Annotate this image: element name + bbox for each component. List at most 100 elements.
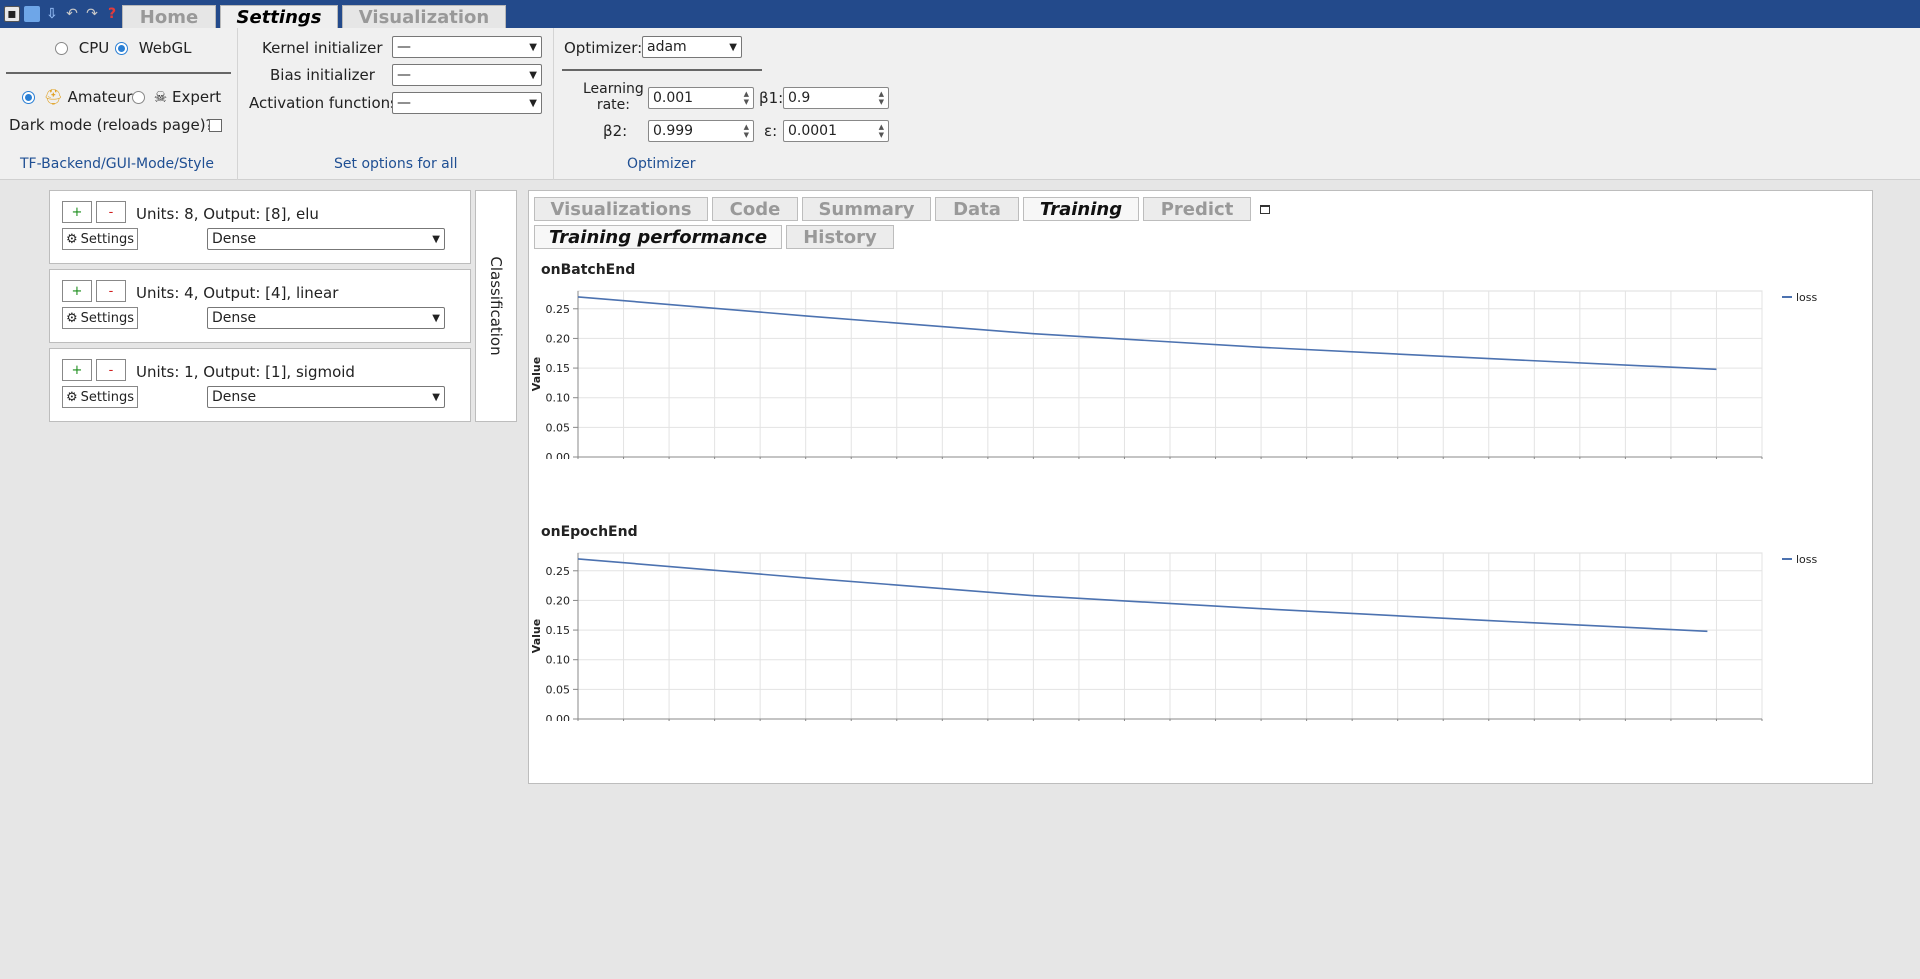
remove-layer-button[interactable]: -: [96, 359, 126, 381]
learning-rate-input[interactable]: 0.001 ▲ ▼: [648, 87, 754, 109]
loss-line: [577, 558, 1708, 633]
tab-history[interactable]: History: [786, 225, 894, 249]
options-group-label: Set options for all: [334, 156, 458, 172]
remove-layer-button[interactable]: -: [96, 280, 126, 302]
spinner-icon[interactable]: ▲ ▼: [879, 90, 884, 106]
group-separator: [6, 72, 231, 74]
y-tick-label: 0.15: [546, 624, 571, 637]
chevron-down-icon: ▼: [529, 41, 537, 53]
bias-initializer-label: Bias initializer: [270, 66, 375, 84]
chevron-down-icon: ▼: [432, 233, 440, 245]
undo-icon[interactable]: ↶: [64, 6, 80, 22]
kernel-initializer-label: Kernel initializer: [262, 39, 383, 57]
classification-label: Classification: [487, 256, 505, 356]
cpu-radio[interactable]: [55, 42, 68, 55]
layer-type-select[interactable]: Dense ▼: [207, 386, 445, 408]
y-tick-label: 0.05: [546, 683, 571, 696]
spinner-icon[interactable]: ▲ ▼: [879, 123, 884, 139]
tab-training[interactable]: Training: [1023, 197, 1139, 221]
kernel-initializer-select[interactable]: — ▼: [392, 36, 542, 58]
classification-panel[interactable]: Classification: [475, 190, 517, 422]
settings-ribbon: CPU WebGL ⛑ Amateur ☠ Expert Dark mode (…: [0, 28, 1920, 180]
redo-icon[interactable]: ↷: [84, 6, 100, 22]
layer-panel: + - Units: 1, Output: [1], sigmoid ⚙ Set…: [49, 348, 471, 422]
beta1-input[interactable]: 0.9 ▲ ▼: [783, 87, 889, 109]
optimizer-value: adam: [647, 39, 687, 55]
cpu-label: CPU: [78, 39, 110, 57]
chevron-down-icon: ▼: [529, 69, 537, 81]
folder-icon[interactable]: [24, 6, 40, 22]
webgl-label: WebGL: [138, 39, 192, 57]
expert-icon: ☠: [153, 88, 168, 106]
tab-data[interactable]: Data: [935, 197, 1019, 221]
tab-settings[interactable]: Settings: [220, 5, 338, 28]
download-icon[interactable]: ⇩: [44, 6, 60, 22]
tab-visualizations[interactable]: Visualizations: [534, 197, 708, 221]
spinner-icon[interactable]: ▲ ▼: [744, 90, 749, 106]
backend-group-label: TF-Backend/GUI-Mode/Style: [20, 156, 215, 172]
activation-functions-select[interactable]: — ▼: [392, 92, 542, 114]
gear-icon: ⚙: [66, 310, 78, 326]
beta2-label: β2:: [603, 122, 628, 140]
layer-type-select[interactable]: Dense ▼: [207, 228, 445, 250]
tab-visualization[interactable]: Visualization: [342, 5, 506, 28]
learning-rate-label: Learning rate:: [583, 81, 644, 113]
add-layer-button[interactable]: +: [62, 201, 92, 223]
epoch-loss-chart: 0510152025303540455055606570758085909510…: [530, 552, 1818, 721]
y-tick-label: 0.10: [546, 654, 571, 667]
group-divider: [553, 28, 554, 180]
chevron-down-icon: ▼: [432, 391, 440, 403]
y-tick-label: 0.00: [546, 451, 571, 459]
maximize-icon[interactable]: [1260, 205, 1270, 214]
layer-panel: + - Units: 4, Output: [4], linear ⚙ Sett…: [49, 269, 471, 343]
y-tick-label: 0.25: [546, 565, 571, 578]
tab-training-performance[interactable]: Training performance: [534, 225, 782, 249]
expert-radio[interactable]: [132, 91, 145, 104]
webgl-option[interactable]: WebGL: [115, 39, 191, 57]
y-axis-label: Value: [530, 357, 543, 391]
layer-info: Units: 8, Output: [8], elu: [136, 205, 319, 223]
optimizer-select[interactable]: adam ▼: [642, 36, 742, 58]
spinner-icon[interactable]: ▲ ▼: [744, 123, 749, 139]
tab-summary[interactable]: Summary: [802, 197, 931, 221]
activation-functions-value: —: [397, 95, 411, 111]
save-icon[interactable]: ▪: [4, 6, 20, 22]
y-tick-label: 0.20: [546, 332, 571, 345]
layer-type-select[interactable]: Dense ▼: [207, 307, 445, 329]
help-icon[interactable]: ?: [104, 6, 120, 22]
amateur-option[interactable]: ⛑ Amateur: [22, 88, 132, 106]
layer-settings-button[interactable]: ⚙ Settings: [62, 307, 138, 329]
amateur-radio[interactable]: [22, 91, 35, 104]
y-tick-label: 0.10: [546, 392, 571, 405]
expert-label: Expert: [172, 88, 222, 106]
chevron-down-icon: ▼: [529, 97, 537, 109]
add-layer-button[interactable]: +: [62, 359, 92, 381]
webgl-radio[interactable]: [115, 42, 128, 55]
dark-mode-label: Dark mode (reloads page)?: [9, 116, 214, 134]
cpu-option[interactable]: CPU: [55, 39, 109, 57]
optimizer-label: Optimizer:: [564, 39, 643, 57]
dark-mode-checkbox[interactable]: [209, 119, 222, 132]
add-layer-button[interactable]: +: [62, 280, 92, 302]
tab-code[interactable]: Code: [712, 197, 798, 221]
layer-settings-button[interactable]: ⚙ Settings: [62, 386, 138, 408]
tab-home[interactable]: Home: [122, 5, 216, 28]
kernel-initializer-value: —: [397, 39, 411, 55]
optimizer-group-label: Optimizer: [627, 156, 696, 172]
layer-panel: + - Units: 8, Output: [8], elu ⚙ Setting…: [49, 190, 471, 264]
top-bar: ▪ ⇩ ↶ ↷ ? Home Settings Visualization: [0, 0, 1920, 28]
bias-initializer-select[interactable]: — ▼: [392, 64, 542, 86]
legend-label: loss: [1796, 553, 1818, 566]
expert-option[interactable]: ☠ Expert: [132, 88, 221, 106]
remove-layer-button[interactable]: -: [96, 201, 126, 223]
toolbar: ▪ ⇩ ↶ ↷ ?: [4, 6, 120, 22]
epsilon-input[interactable]: 0.0001 ▲ ▼: [783, 120, 889, 142]
tab-predict[interactable]: Predict: [1143, 197, 1251, 221]
batch-loss-chart: 0510152025303540455055606570758085909510…: [530, 290, 1818, 459]
beta2-input[interactable]: 0.999 ▲ ▼: [648, 120, 754, 142]
chart-title: onBatchEnd: [541, 262, 636, 278]
layer-settings-button[interactable]: ⚙ Settings: [62, 228, 138, 250]
gear-icon: ⚙: [66, 389, 78, 405]
y-axis-label: Value: [530, 619, 543, 653]
layer-info: Units: 1, Output: [1], sigmoid: [136, 363, 355, 381]
